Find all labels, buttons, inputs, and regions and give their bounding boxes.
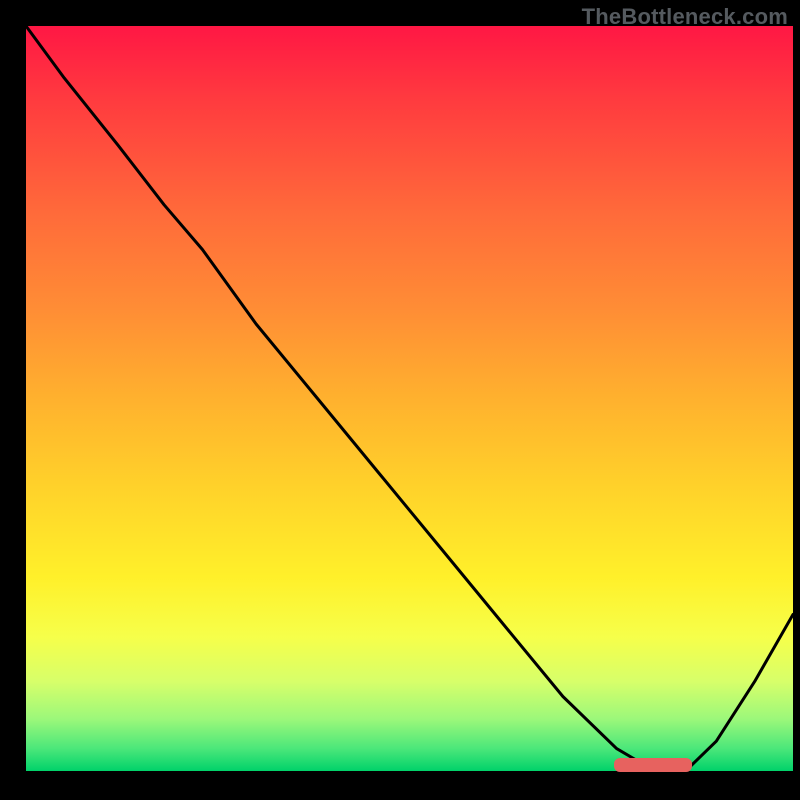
optimal-marker: [614, 758, 692, 772]
plot-area: [0, 0, 800, 800]
chart-container: TheBottleneck.com: [0, 0, 800, 800]
bottleneck-chart: [0, 0, 800, 800]
heatmap-gradient: [26, 26, 793, 771]
watermark-text: TheBottleneck.com: [582, 4, 788, 30]
